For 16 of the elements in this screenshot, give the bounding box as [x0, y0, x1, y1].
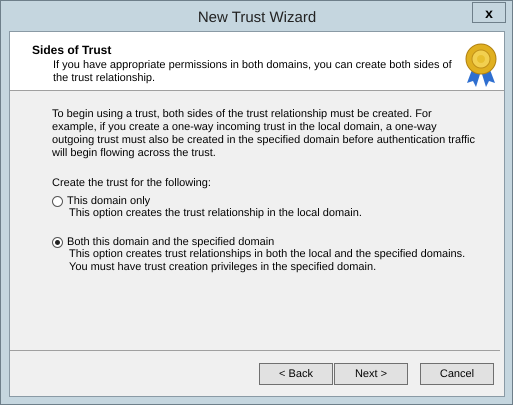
option-description: This option creates the trust relationship in the local domain. [68, 207, 363, 220]
radio-button[interactable] [52, 196, 63, 206]
page-subtitle: If you have appropriate permissions in both domains, you can create both sides of the trust relationship. [52, 59, 453, 85]
wizard-button[interactable]: Cancel [420, 362, 494, 384]
option-prompt: Create the trust for the following: [52, 177, 212, 189]
radio-button[interactable] [52, 236, 63, 248]
page-title: Sides of Trust [32, 43, 112, 57]
option-label[interactable]: This domain only [67, 195, 150, 207]
wizard-button[interactable]: Next > [334, 362, 408, 384]
option-description: This option creates trust relationships in both the local and the specified domains. You must have trust creation privileges in the specified domain. [68, 248, 466, 274]
option-label[interactable]: Both this domain and the specified domain [67, 236, 274, 248]
window-title: New Trust Wizard [198, 8, 316, 26]
award-ribbon-icon [464, 43, 498, 89]
intro-text: To begin using a trust, both sides of the trust relationship must be created. For example, if you create a one-way incoming trust in the local domain, a one-way outgoing trust must also be created in the specified domain before authentication traffic will begin flowing across the trust. [52, 108, 476, 160]
close-button[interactable]: x [472, 2, 506, 23]
wizard-button[interactable]: < Back [259, 362, 333, 384]
